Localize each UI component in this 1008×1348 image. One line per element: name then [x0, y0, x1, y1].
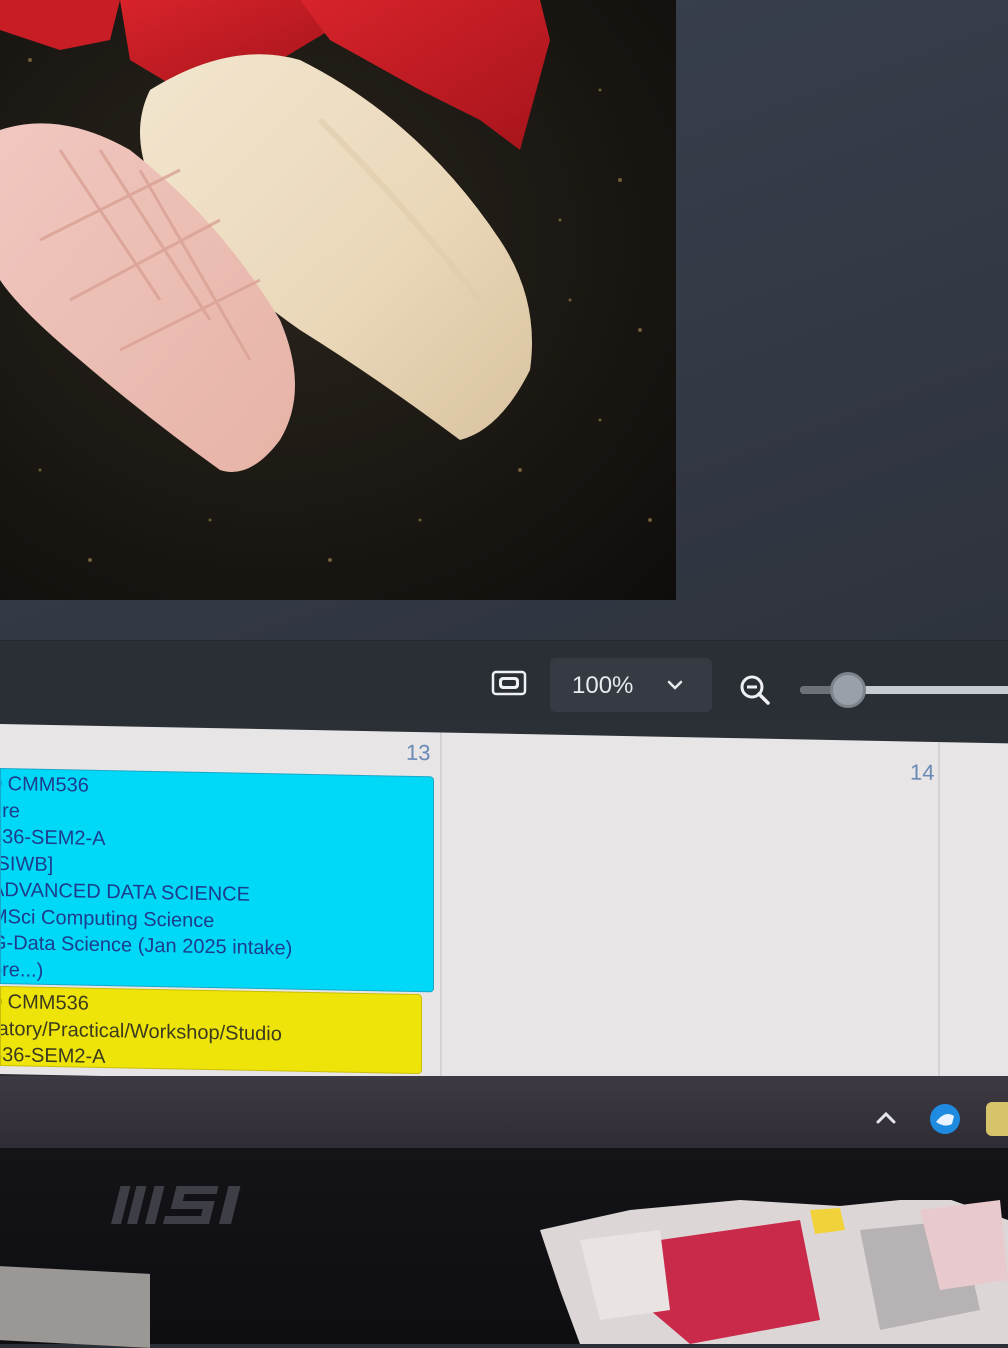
- monitor-brand-logo: [108, 1180, 278, 1243]
- zoom-out-icon: [738, 675, 772, 711]
- calendar-event-lab[interactable]: 0 CMM536 ratory/Practical/Workshop/Studi…: [0, 986, 422, 1075]
- day-divider: [440, 732, 442, 1083]
- zoom-level-dropdown[interactable]: 100%: [550, 658, 712, 712]
- fit-screen-icon: [491, 669, 527, 701]
- zoom-out-button[interactable]: [738, 673, 772, 711]
- calendar-week-view: 13 14 0 CMM536 ure 536-SEM2-A [SIWB] ADV…: [0, 724, 1008, 1094]
- tray-app-icon[interactable]: [986, 1102, 1008, 1136]
- snack-wrapper: [540, 1196, 1008, 1344]
- day-number-13[interactable]: 13: [406, 740, 430, 766]
- chevron-down-icon: [664, 674, 686, 700]
- zoom-level-value: 100%: [572, 672, 634, 699]
- day-number-14[interactable]: 14: [910, 759, 934, 785]
- show-hidden-icons-button[interactable]: [872, 1104, 900, 1136]
- fit-to-window-button[interactable]: [489, 668, 529, 702]
- tray-app-icon[interactable]: [928, 1102, 962, 1136]
- desk-object: [0, 1266, 150, 1348]
- calendar-event-lecture[interactable]: 0 CMM536 ure 536-SEM2-A [SIWB] ADVANCED …: [0, 768, 434, 993]
- displayed-photo: [0, 0, 676, 600]
- taskbar: [0, 1076, 1008, 1148]
- day-divider: [938, 742, 940, 1093]
- chevron-up-icon: [872, 1111, 900, 1136]
